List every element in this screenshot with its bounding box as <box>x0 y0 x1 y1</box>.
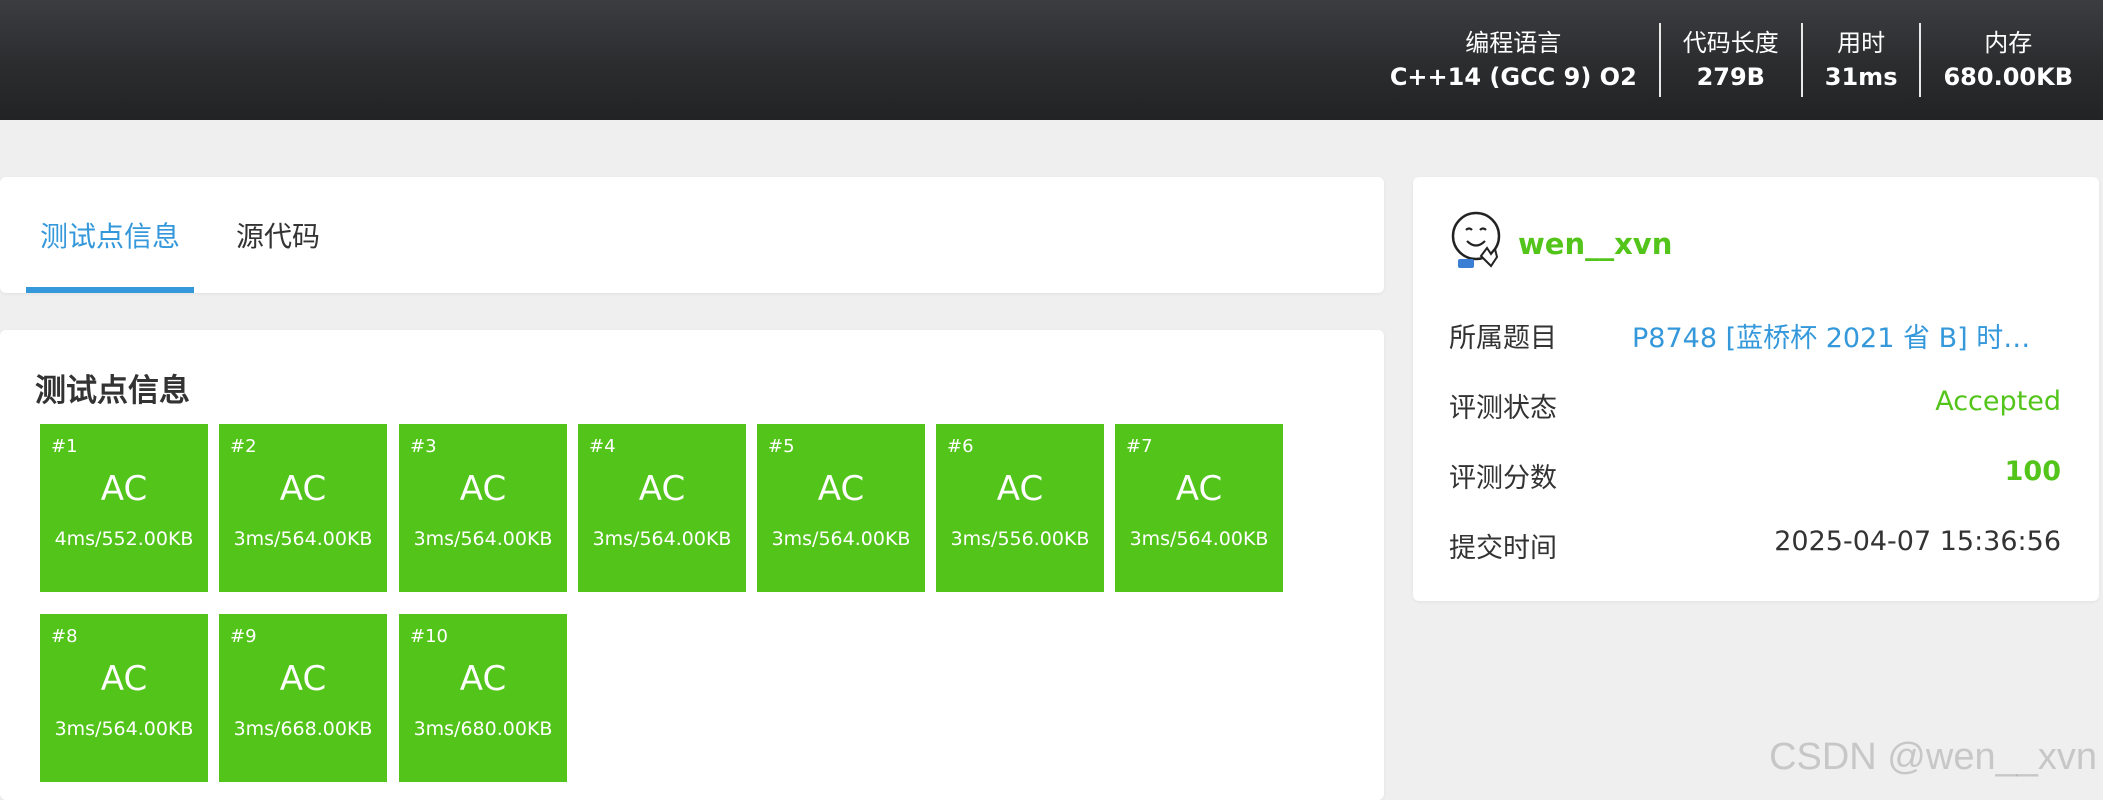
testcase-time-memory: 3ms/680.00KB <box>413 718 553 740</box>
testcase-time-memory: 3ms/564.00KB <box>1129 528 1269 550</box>
stat-memory-label: 内存 <box>1984 29 2033 57</box>
testcase-status: AC <box>1175 469 1223 509</box>
testcase-tile[interactable]: #6 AC 3ms/556.00KB <box>936 424 1104 592</box>
testcase-time-memory: 3ms/556.00KB <box>950 528 1090 550</box>
testcase-index: #9 <box>230 626 257 647</box>
score-value: 100 <box>2004 456 2061 487</box>
testcase-tile[interactable]: #5 AC 3ms/564.00KB <box>757 424 925 592</box>
section-title: 测试点信息 <box>35 373 190 409</box>
submit-time-label: 提交时间 <box>1449 533 1557 564</box>
stat-code-length-label: 代码长度 <box>1682 29 1779 57</box>
testcase-tile[interactable]: #10 AC 3ms/680.00KB <box>399 614 567 782</box>
testcase-index: #7 <box>1126 436 1153 457</box>
stat-memory: 内存 680.00KB <box>1921 23 2095 97</box>
testcase-status: AC <box>100 469 148 509</box>
stat-language-value: C++14 (GCC 9) O2 <box>1389 63 1637 91</box>
testcase-status: AC <box>100 659 148 699</box>
testcase-index: #5 <box>768 436 795 457</box>
problem-label: 所属题目 <box>1449 323 1557 354</box>
submit-time-value: 2025-04-07 15:36:56 <box>1774 526 2061 557</box>
testcase-time-memory: 3ms/564.00KB <box>233 528 373 550</box>
problem-link[interactable]: P8748 [蓝桥杯 2021 省 B] 时间显示 <box>1632 316 2042 355</box>
testcase-status: AC <box>817 469 865 509</box>
score-label: 评测分数 <box>1449 463 1557 494</box>
avatar[interactable] <box>1448 210 1506 272</box>
testcase-index: #3 <box>410 436 437 457</box>
testcase-time-memory: 4ms/552.00KB <box>54 528 194 550</box>
stat-code-length: 代码长度 279B <box>1661 23 1801 97</box>
stat-language-label: 编程语言 <box>1465 29 1562 57</box>
testcase-tile[interactable]: #3 AC 3ms/564.00KB <box>399 424 567 592</box>
stat-time: 用时 31ms <box>1803 23 1920 97</box>
testcase-index: #10 <box>410 626 448 647</box>
tab-testcase-info[interactable]: 测试点信息 <box>26 177 194 293</box>
stat-memory-value: 680.00KB <box>1943 63 2073 91</box>
stat-language: 编程语言 C++14 (GCC 9) O2 <box>1368 23 1659 97</box>
testcase-status: AC <box>459 469 507 509</box>
status-label: 评测状态 <box>1449 393 1557 424</box>
status-badge: Accepted <box>1935 386 2061 417</box>
testcase-tile[interactable]: #2 AC 3ms/564.00KB <box>219 424 387 592</box>
testcase-status: AC <box>638 469 686 509</box>
testcase-time-memory: 3ms/564.00KB <box>54 718 194 740</box>
testcase-tile[interactable]: #1 AC 4ms/552.00KB <box>40 424 208 592</box>
testcase-time-memory: 3ms/564.00KB <box>771 528 911 550</box>
testcase-index: #6 <box>947 436 974 457</box>
testcase-status: AC <box>459 659 507 699</box>
testcase-index: #2 <box>230 436 257 457</box>
testcase-tile[interactable]: #4 AC 3ms/564.00KB <box>578 424 746 592</box>
testcase-status: AC <box>279 469 327 509</box>
testcase-index: #4 <box>589 436 616 457</box>
testcase-index: #1 <box>51 436 78 457</box>
testcase-time-memory: 3ms/668.00KB <box>233 718 373 740</box>
testcase-time-memory: 3ms/564.00KB <box>592 528 732 550</box>
stat-time-label: 用时 <box>1837 29 1886 57</box>
tab-source-code[interactable]: 源代码 <box>236 177 320 293</box>
username-link[interactable]: wen__xvn <box>1518 227 1672 261</box>
submission-stats: 编程语言 C++14 (GCC 9) O2 代码长度 279B 用时 31ms … <box>1368 0 2095 120</box>
user-avatar-icon <box>1451 211 1501 268</box>
stat-time-value: 31ms <box>1824 63 1898 91</box>
watermark: CSDN @wen__xvn <box>1769 736 2097 778</box>
stat-code-length-value: 279B <box>1696 63 1765 91</box>
testcase-tile[interactable]: #7 AC 3ms/564.00KB <box>1115 424 1283 592</box>
testcase-status: AC <box>279 659 327 699</box>
testcase-status: AC <box>996 469 1044 509</box>
top-header-bar: 编程语言 C++14 (GCC 9) O2 代码长度 279B 用时 31ms … <box>0 0 2103 120</box>
tabs-card: 测试点信息 源代码 <box>0 177 1384 293</box>
testcase-tile[interactable]: #8 AC 3ms/564.00KB <box>40 614 208 782</box>
testcase-tile[interactable]: #9 AC 3ms/668.00KB <box>219 614 387 782</box>
testcase-time-memory: 3ms/564.00KB <box>413 528 553 550</box>
testcase-index: #8 <box>51 626 78 647</box>
